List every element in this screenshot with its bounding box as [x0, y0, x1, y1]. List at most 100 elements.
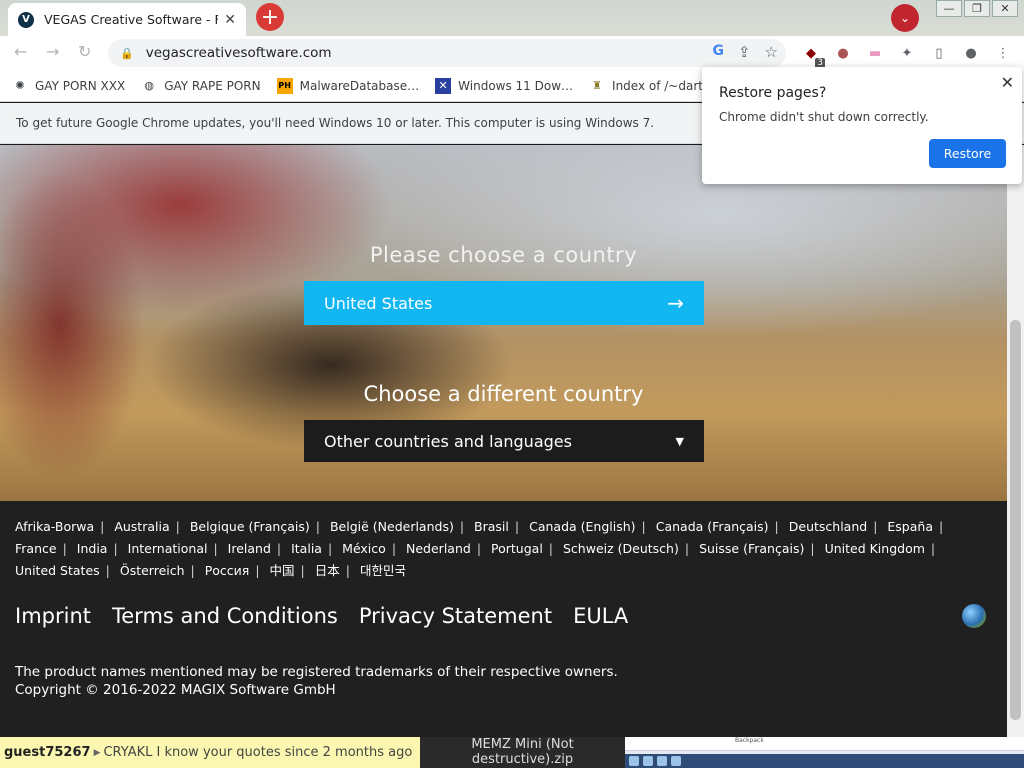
forward-button[interactable]: →: [46, 42, 59, 61]
x-icon: ✕: [435, 77, 452, 94]
link-separator: |: [641, 519, 646, 534]
link-separator: |: [345, 563, 350, 578]
chat-caret-icon: ▶: [93, 747, 101, 758]
link-separator: |: [548, 541, 554, 556]
new-tab-button[interactable]: +: [256, 3, 284, 31]
country-link[interactable]: 中国: [270, 563, 295, 578]
choose-country-heading: Please choose a country: [369, 243, 638, 267]
google-lens-icon[interactable]: G: [712, 43, 724, 61]
link-separator: |: [315, 519, 320, 534]
link-separator: |: [938, 519, 944, 534]
bookmark-item[interactable]: ♜ Index of /~dartz: [589, 78, 709, 94]
link-separator: |: [810, 541, 815, 556]
bookmark-item[interactable]: ✕ Windows 11 Dow…: [435, 77, 573, 94]
bookmark-star-icon[interactable]: ☆: [765, 43, 778, 61]
close-icon[interactable]: ✕: [1001, 73, 1014, 92]
country-link[interactable]: España: [887, 519, 933, 534]
bookmark-label: GAY RAPE PORN: [164, 78, 261, 93]
country-link[interactable]: Suisse (Français): [699, 541, 804, 556]
link-separator: |: [514, 519, 520, 534]
taskbar-icon: [671, 756, 681, 766]
page-scrollbar[interactable]: [1007, 145, 1024, 737]
restore-pages-dialog: Restore pages? Chrome didn't shut down c…: [702, 67, 1022, 184]
minimize-button[interactable]: —: [936, 0, 962, 17]
country-link[interactable]: Schweiz (Deutsch): [563, 541, 679, 556]
spider-icon: ✺: [15, 79, 25, 92]
web-page: Please choose a country United States → …: [0, 145, 1007, 737]
puzzle-extensions-icon[interactable]: ✦: [896, 42, 918, 64]
scrollbar-thumb[interactable]: [1010, 320, 1021, 720]
united-states-button[interactable]: United States →: [304, 281, 704, 325]
flag-extension-icon[interactable]: ▬: [864, 42, 886, 64]
globe-icon: ◍: [144, 79, 154, 92]
ublock-extension-icon[interactable]: ◆ 3: [800, 42, 825, 68]
link-separator: |: [213, 541, 218, 556]
desktop-file-icon[interactable]: MEMZ Mini (Not destructive).zip: [420, 737, 625, 768]
country-link[interactable]: Canada (Français): [656, 519, 769, 534]
thumbnail-title: Backpack: [625, 737, 1024, 751]
country-link[interactable]: Россия: [205, 563, 250, 578]
folder-icon: ♜: [592, 79, 602, 92]
account-avatar-icon[interactable]: ●: [960, 42, 982, 64]
share-icon[interactable]: ⇪: [738, 43, 751, 61]
reload-button[interactable]: ↻: [78, 42, 91, 61]
hero-image: Please choose a country United States → …: [0, 145, 1007, 501]
country-link[interactable]: India: [77, 541, 108, 556]
bookmark-label: MalwareDatabase…: [299, 78, 420, 93]
link-separator: |: [113, 541, 118, 556]
arrow-right-icon: →: [667, 291, 684, 315]
globe-icon[interactable]: [962, 604, 986, 628]
country-link[interactable]: Canada (English): [529, 519, 635, 534]
privacy-link[interactable]: Privacy Statement: [359, 604, 552, 628]
country-link[interactable]: Brasil: [474, 519, 509, 534]
bookmark-item[interactable]: PH MalwareDatabase…: [276, 77, 420, 94]
bookmark-item[interactable]: ◍ GAY RAPE PORN: [141, 78, 260, 94]
back-button[interactable]: ←: [14, 42, 27, 61]
browser-tab[interactable]: V VEGAS Creative Software - Fa ✕: [8, 3, 246, 36]
tab-search-button[interactable]: ⌄: [891, 4, 919, 32]
country-link[interactable]: Belgique (Français): [190, 519, 310, 534]
url-text[interactable]: vegascreativesoftware.com: [146, 45, 332, 61]
country-link[interactable]: Österreich: [120, 563, 185, 578]
other-countries-dropdown[interactable]: Other countries and languages ▼: [304, 420, 704, 462]
trademark-text: The product names mentioned may be regis…: [15, 664, 618, 680]
country-link[interactable]: México: [342, 541, 386, 556]
imprint-link[interactable]: Imprint: [15, 604, 91, 628]
other-countries-label: Other countries and languages: [324, 431, 572, 451]
country-link[interactable]: Italia: [291, 541, 322, 556]
address-bar[interactable]: 🔒 vegascreativesoftware.com G ⇪ ☆: [108, 39, 786, 67]
chat-overlay: guest75267 ▶ CRYAKL I know your quotes s…: [0, 737, 420, 768]
country-link[interactable]: 대한민국: [360, 563, 406, 578]
country-link[interactable]: Portugal: [491, 541, 543, 556]
country-link[interactable]: Afrika-Borwa: [15, 519, 94, 534]
maximize-button[interactable]: ❐: [964, 0, 990, 17]
country-link[interactable]: Nederland: [406, 541, 471, 556]
link-separator: |: [255, 563, 260, 578]
country-link[interactable]: Australia: [114, 519, 169, 534]
bookmark-item[interactable]: ✺ GAY PORN XXX: [12, 78, 125, 94]
different-country-heading: Choose a different country: [363, 382, 644, 406]
profile-extension-icon[interactable]: ●: [832, 42, 854, 64]
link-separator: |: [930, 541, 936, 556]
country-link[interactable]: United States: [15, 563, 100, 578]
country-link[interactable]: International: [128, 541, 208, 556]
browser-toolbar: ← → ↻ 🔒 vegascreativesoftware.com G ⇪ ☆ …: [0, 36, 1024, 70]
country-link[interactable]: 日本: [315, 563, 340, 578]
country-link[interactable]: France: [15, 541, 57, 556]
country-link[interactable]: United Kingdom: [825, 541, 925, 556]
tab-close-icon[interactable]: ✕: [224, 12, 236, 28]
lock-icon[interactable]: 🔒: [120, 47, 134, 60]
restore-button[interactable]: Restore: [929, 139, 1006, 168]
side-panel-icon[interactable]: ▯: [928, 42, 950, 64]
window-close-button[interactable]: ✕: [992, 0, 1018, 17]
country-link[interactable]: Deutschland: [789, 519, 867, 534]
country-link[interactable]: Ireland: [228, 541, 271, 556]
desktop-window-thumbnail: Backpack: [625, 737, 1024, 768]
terms-link[interactable]: Terms and Conditions: [112, 604, 338, 628]
menu-kebab-icon[interactable]: ⋮: [992, 42, 1014, 64]
link-separator: |: [300, 563, 305, 578]
caret-down-icon: ▼: [675, 434, 684, 448]
eula-link[interactable]: EULA: [573, 604, 628, 628]
taskbar-icon: [629, 756, 639, 766]
country-link[interactable]: België (Nederlands): [330, 519, 454, 534]
